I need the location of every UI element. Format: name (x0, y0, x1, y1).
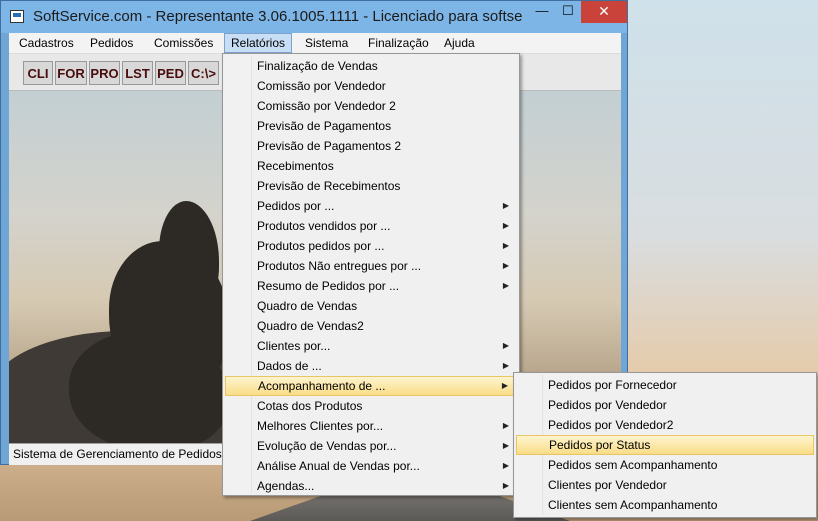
menu-item-label: Previsão de Pagamentos (257, 119, 392, 133)
menu-item-analise-anual[interactable]: Análise Anual de Vendas por... ▶ (225, 456, 517, 476)
submenu-arrow-icon: ▶ (502, 241, 509, 250)
menu-item-cotas-produtos[interactable]: Cotas dos Produtos (225, 396, 517, 416)
menu-item-quadro-vendas-2[interactable]: Quadro de Vendas2 (225, 316, 517, 336)
menu-item-label: Acompanhamento de ... (258, 379, 386, 393)
menu-item-label: Quadro de Vendas (257, 299, 358, 313)
submenu-arrow-icon: ▶ (502, 201, 509, 210)
menu-item-comissao-vendedor-2[interactable]: Comissão por Vendedor 2 (225, 96, 517, 116)
submenu-item-pedidos-vendedor-2[interactable]: Pedidos por Vendedor2 (516, 415, 814, 435)
close-button[interactable]: ✕ (581, 1, 627, 23)
menu-item-previsao-recebimentos[interactable]: Previsão de Recebimentos (225, 176, 517, 196)
menu-ajuda[interactable]: Ajuda (438, 33, 481, 53)
toolbar-pro-button[interactable]: PRO (89, 61, 120, 85)
submenu-item-clientes-vendedor[interactable]: Clientes por Vendedor (516, 475, 814, 495)
tree-silhouette (159, 201, 219, 311)
menu-item-label: Produtos Não entregues por ... (257, 259, 422, 273)
submenu-item-pedidos-vendedor[interactable]: Pedidos por Vendedor (516, 395, 814, 415)
menu-item-agendas[interactable]: Agendas... ▶ (225, 476, 517, 496)
menu-item-label: Dados de ... (257, 359, 322, 373)
menu-item-finalizacao-vendas[interactable]: Finalização de Vendas (225, 56, 517, 76)
submenu-arrow-icon: ▶ (502, 361, 509, 370)
menu-item-label: Agendas... (257, 479, 315, 493)
app-icon[interactable] (10, 10, 24, 23)
menu-item-acompanhamento[interactable]: Acompanhamento de ... ▶ (225, 376, 517, 396)
menu-item-produtos-vendidos[interactable]: Produtos vendidos por ... ▶ (225, 216, 517, 236)
menu-item-label: Melhores Clientes por... (257, 419, 384, 433)
menu-item-recebimentos[interactable]: Recebimentos (225, 156, 517, 176)
toolbar-cli-button[interactable]: CLI (23, 61, 53, 85)
submenu-item-clientes-sem-acompanhamento[interactable]: Clientes sem Acompanhamento (516, 495, 814, 515)
submenu-arrow-icon: ▶ (502, 441, 509, 450)
submenu-arrow-icon: ▶ (502, 421, 509, 430)
menu-item-label: Quadro de Vendas2 (257, 319, 364, 333)
toolbar-lst-button[interactable]: LST (122, 61, 153, 85)
menu-item-label: Comissão por Vendedor 2 (257, 99, 396, 113)
menu-finalizacao[interactable]: Finalização (362, 33, 435, 53)
menu-bar: Cadastros Pedidos Comissões Relatórios S… (9, 33, 621, 54)
menu-item-dados-de[interactable]: Dados de ... ▶ (225, 356, 517, 376)
menu-item-label: Previsão de Pagamentos 2 (257, 139, 402, 153)
menu-comissoes[interactable]: Comissões (148, 33, 219, 53)
menu-item-previsao-pagamentos[interactable]: Previsão de Pagamentos (225, 116, 517, 136)
submenu-arrow-icon: ▶ (502, 341, 509, 350)
menu-item-previsao-pagamentos-2[interactable]: Previsão de Pagamentos 2 (225, 136, 517, 156)
menu-item-clientes-por[interactable]: Clientes por... ▶ (225, 336, 517, 356)
submenu-arrow-icon: ▶ (501, 381, 508, 390)
menu-item-label: Cotas dos Produtos (257, 399, 363, 413)
menu-relatorios[interactable]: Relatórios (224, 33, 293, 53)
menu-item-label: Previsão de Recebimentos (257, 179, 401, 193)
minimize-button[interactable]: — (529, 1, 555, 23)
menu-item-produtos-nao-entregues[interactable]: Produtos Não entregues por ... ▶ (225, 256, 517, 276)
submenu-arrow-icon: ▶ (502, 461, 509, 470)
window-title: SoftService.com - Representante 3.06.100… (33, 8, 523, 25)
menu-item-label: Produtos vendidos por ... (257, 219, 391, 233)
menu-item-label: Finalização de Vendas (257, 59, 378, 73)
menu-item-label: Evolução de Vendas por... (257, 439, 397, 453)
menu-item-label: Comissão por Vendedor (257, 79, 386, 93)
menu-pedidos[interactable]: Pedidos (84, 33, 139, 53)
menu-item-label: Análise Anual de Vendas por... (257, 459, 420, 473)
menu-item-pedidos-por[interactable]: Pedidos por ... ▶ (225, 196, 517, 216)
menu-cadastros[interactable]: Cadastros (13, 33, 80, 53)
relatorios-menu: Finalização de Vendas Comissão por Vende… (222, 53, 520, 496)
menu-item-label: Produtos pedidos por ... (257, 239, 385, 253)
acompanhamento-submenu: Pedidos por Fornecedor Pedidos por Vende… (513, 372, 817, 518)
toolbar-ped-button[interactable]: PED (155, 61, 186, 85)
menu-item-label: Resumo de Pedidos por ... (257, 279, 400, 293)
menu-item-resumo-pedidos[interactable]: Resumo de Pedidos por ... ▶ (225, 276, 517, 296)
submenu-arrow-icon: ▶ (502, 281, 509, 290)
menu-item-melhores-clientes[interactable]: Melhores Clientes por... ▶ (225, 416, 517, 436)
menu-item-label: Pedidos por ... (257, 199, 335, 213)
menu-item-label: Clientes por... (257, 339, 331, 353)
menu-item-evolucao-vendas[interactable]: Evolução de Vendas por... ▶ (225, 436, 517, 456)
submenu-arrow-icon: ▶ (502, 261, 509, 270)
toolbar-for-button[interactable]: FOR (55, 61, 87, 85)
menu-item-comissao-vendedor[interactable]: Comissão por Vendedor (225, 76, 517, 96)
submenu-arrow-icon: ▶ (502, 481, 509, 490)
status-text: Sistema de Gerenciamento de Pedidos (13, 447, 222, 461)
menu-item-produtos-pedidos[interactable]: Produtos pedidos por ... ▶ (225, 236, 517, 256)
submenu-arrow-icon: ▶ (502, 221, 509, 230)
toolbar-dos-button[interactable]: C:\> (188, 61, 219, 85)
menu-item-quadro-vendas[interactable]: Quadro de Vendas (225, 296, 517, 316)
menu-item-label: Recebimentos (257, 159, 334, 173)
submenu-item-pedidos-fornecedor[interactable]: Pedidos por Fornecedor (516, 375, 814, 395)
submenu-item-pedidos-sem-acompanhamento[interactable]: Pedidos sem Acompanhamento (516, 455, 814, 475)
submenu-item-pedidos-status[interactable]: Pedidos por Status (516, 435, 814, 455)
title-bar[interactable]: SoftService.com - Representante 3.06.100… (1, 1, 627, 33)
menu-sistema[interactable]: Sistema (299, 33, 354, 53)
maximize-button[interactable]: ☐ (555, 1, 581, 23)
